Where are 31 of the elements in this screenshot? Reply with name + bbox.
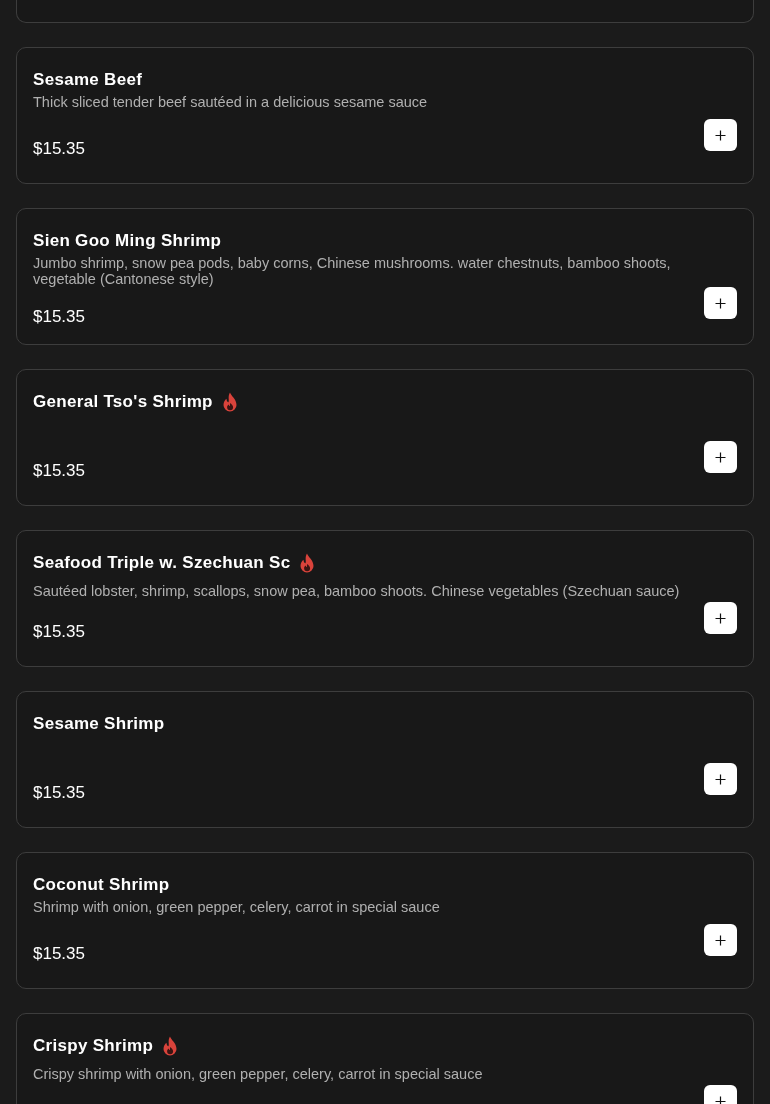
item-price: $15.35 (33, 305, 85, 328)
plus-icon (715, 297, 726, 309)
item-name: Sien Goo Ming Shrimp (33, 230, 222, 253)
item-name: Coconut Shrimp (33, 874, 170, 897)
plus-icon (715, 451, 726, 463)
item-description: Jumbo shrimp, snow pea pods, baby corns, Chinese mushrooms. water chestnuts, bamboo shoots, vegetable (Cantonese style) (33, 255, 672, 287)
add-button[interactable] (704, 441, 737, 473)
item-name: Sesame Beef (33, 69, 143, 92)
item-description: Sautéed lobster, shrimp, scallops, snow pea, bamboo shoots. Chinese vegetables (Szechuan sauce) (33, 583, 681, 599)
plus-icon (715, 773, 726, 785)
add-button[interactable] (704, 602, 737, 634)
item-description: Shrimp with onion, green pepper, celery, carrot in special sauce (33, 899, 441, 915)
add-button[interactable] (704, 763, 737, 795)
item-name: Sesame Shrimp (33, 713, 165, 736)
item-name: General Tso's Shrimp (33, 391, 213, 414)
item-name: Crispy Shrimp (33, 1035, 154, 1058)
item-name: Seafood Triple w. Szechuan Sc (33, 552, 291, 575)
item-description: Crispy shrimp with onion, green pepper, celery, carrot in special sauce (33, 1066, 484, 1082)
item-price: $15.35 (33, 459, 85, 482)
add-button[interactable] (704, 119, 737, 151)
item-price: $15.35 (33, 620, 85, 643)
plus-icon (715, 129, 726, 141)
item-price: $15.35 (33, 942, 85, 965)
plus-icon (715, 934, 726, 946)
add-button[interactable] (704, 287, 737, 319)
item-price: $15.35 (33, 781, 85, 804)
item-price: $15.35 (33, 137, 85, 160)
item-description: Thick sliced tender beef sautéed in a delicious sesame sauce (33, 94, 429, 110)
plus-icon (715, 612, 726, 624)
add-button[interactable] (704, 924, 737, 956)
plus-icon (715, 1095, 726, 1104)
